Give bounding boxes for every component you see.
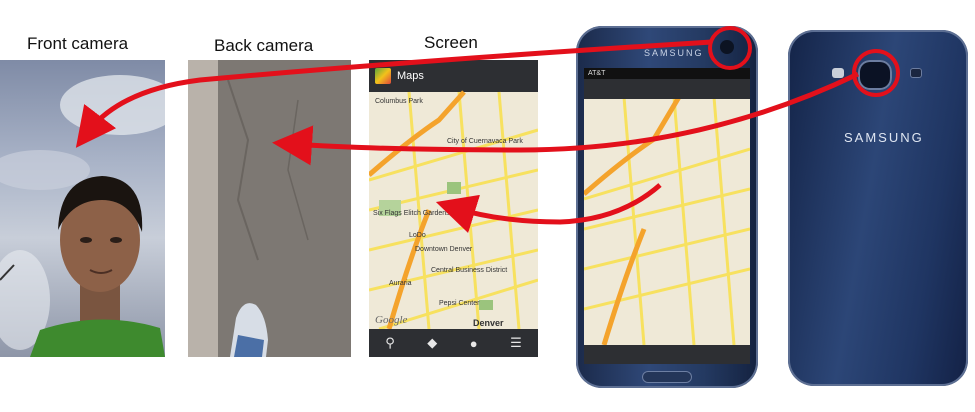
back-camera-arrow xyxy=(272,71,860,166)
front-camera-arrow xyxy=(75,39,713,148)
arrows-layer xyxy=(75,39,860,234)
screen-arrow xyxy=(435,183,662,234)
